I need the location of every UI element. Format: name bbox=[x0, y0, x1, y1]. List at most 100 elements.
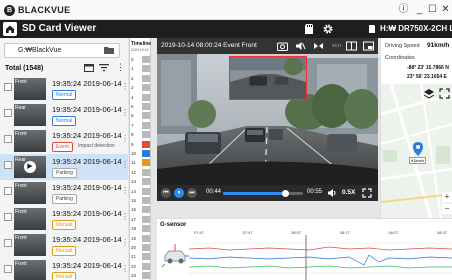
timeline-hour-label: 13 bbox=[131, 179, 137, 185]
file-list-item[interactable]: Rear 19:35:24 2019-06-14 Normal ⋮ bbox=[0, 102, 129, 128]
file-list-item[interactable]: Front 19:35:24 2019-06-14 Manual ⋮ bbox=[0, 206, 129, 232]
item-menu-icon[interactable]: ⋮ bbox=[121, 238, 129, 247]
item-menu-icon[interactable]: ⋮ bbox=[121, 108, 129, 117]
more-menu-icon[interactable]: ⋮ bbox=[116, 62, 125, 73]
pause-button[interactable]: ⏸ bbox=[174, 188, 184, 198]
speed-value: 91km/h bbox=[427, 42, 450, 49]
maximize-button[interactable]: ☐ bbox=[426, 3, 439, 16]
item-thumbnail[interactable]: Front bbox=[14, 260, 46, 280]
map-expand-icon[interactable] bbox=[439, 88, 450, 99]
item-menu-icon[interactable]: ⋮ bbox=[121, 186, 129, 195]
timeline-hour-bar[interactable] bbox=[142, 272, 150, 280]
item-menu-icon[interactable]: ⋮ bbox=[121, 134, 129, 143]
timeline-hour-label: 5 bbox=[131, 104, 134, 109]
item-menu-icon[interactable]: ⋮ bbox=[121, 212, 129, 221]
item-thumbnail[interactable]: Rear bbox=[14, 104, 46, 126]
split-view-icon[interactable] bbox=[346, 41, 357, 51]
timeline-hour-bar[interactable] bbox=[142, 159, 150, 167]
fullscreen-icon[interactable] bbox=[362, 188, 372, 198]
video-player: 2019-10-14 08:00:24 Event Front 2CH ⏮ ⏸ … bbox=[157, 38, 378, 201]
timeline-hour-bar[interactable] bbox=[142, 131, 150, 139]
timeline-hour-label: 23 bbox=[131, 273, 137, 279]
timeline-hour-bar[interactable] bbox=[142, 121, 150, 129]
item-menu-icon[interactable]: ⋮ bbox=[121, 82, 129, 91]
item-menu-icon[interactable]: ⋮ bbox=[121, 160, 129, 169]
info-icon[interactable]: ⓘ bbox=[397, 3, 410, 16]
camera-icon[interactable] bbox=[277, 41, 288, 51]
blackvue-logo: B BLACKVUE bbox=[4, 4, 70, 16]
timeline-hour-bar[interactable] bbox=[142, 262, 150, 270]
folder-path-field[interactable]: G:₩BlackVue bbox=[4, 43, 120, 58]
playback-speed[interactable]: 0.5X bbox=[342, 189, 355, 196]
timeline-hour-label: 16 bbox=[131, 207, 137, 213]
timeline-hour-bar[interactable] bbox=[142, 103, 150, 110]
file-list-item[interactable]: Rear ▶ 19:35:24 2019-06-14 Parking ⋮ bbox=[0, 154, 129, 180]
item-menu-icon[interactable]: ⋮ bbox=[121, 264, 129, 273]
close-button[interactable]: ✕ bbox=[439, 3, 452, 16]
item-checkbox[interactable] bbox=[4, 239, 12, 247]
vehicle-marker-icon[interactable] bbox=[413, 142, 423, 156]
item-checkbox[interactable] bbox=[4, 213, 12, 221]
item-thumbnail[interactable]: Front bbox=[14, 78, 46, 100]
timeline-hour-bar[interactable] bbox=[142, 168, 150, 176]
item-checkbox[interactable] bbox=[4, 135, 12, 143]
previous-button[interactable]: ⏮ bbox=[161, 188, 171, 198]
gear-icon[interactable] bbox=[322, 23, 334, 35]
timeline-hour-bar[interactable] bbox=[142, 253, 150, 261]
item-thumbnail[interactable]: Front bbox=[14, 208, 46, 230]
timeline-hour-bar[interactable] bbox=[142, 93, 150, 101]
timeline-hour-bar[interactable] bbox=[142, 112, 150, 120]
item-checkbox[interactable] bbox=[4, 265, 12, 273]
timeline-hour-bar[interactable] bbox=[142, 178, 150, 186]
speaker-icon[interactable] bbox=[295, 41, 306, 51]
play-icon[interactable]: ▶ bbox=[24, 161, 36, 173]
file-list-item[interactable]: Front 19:35:24 2019-06-14 Parking ⋮ bbox=[0, 180, 129, 206]
timeline-hour-bar[interactable] bbox=[142, 197, 150, 204]
filter-icon[interactable] bbox=[99, 63, 109, 72]
item-checkbox[interactable] bbox=[4, 109, 12, 117]
file-list-item[interactable]: Front 19:35:24 2019-06-14 Normal ⋮ bbox=[0, 76, 129, 102]
timeline-hour-bar[interactable] bbox=[142, 56, 150, 63]
map-layers-icon[interactable] bbox=[423, 88, 435, 100]
timeline-hour-bar[interactable] bbox=[142, 244, 150, 251]
volume-icon[interactable] bbox=[327, 188, 337, 198]
sd-card-icon[interactable] bbox=[303, 23, 315, 35]
app-header: SD Card Viewer H:₩ DR750X-2CH LTE Plus bbox=[0, 20, 452, 38]
timeline-hour-bar[interactable] bbox=[142, 225, 150, 233]
file-list-panel: G:₩BlackVue Total (1548) ⋮ Front 19:35:24… bbox=[0, 38, 129, 280]
item-thumbnail[interactable]: Front bbox=[14, 234, 46, 256]
pip-icon[interactable] bbox=[363, 41, 374, 51]
calendar-icon[interactable] bbox=[84, 63, 94, 72]
item-checkbox[interactable] bbox=[4, 83, 12, 91]
rear-camera-pip[interactable] bbox=[229, 56, 307, 100]
item-checkbox[interactable] bbox=[4, 161, 12, 169]
file-list-item[interactable]: Front 19:35:24 2019-06-14 Event Impact dete… bbox=[0, 128, 129, 154]
timeline-hour-bar[interactable] bbox=[142, 150, 150, 157]
timeline-hour-bar[interactable] bbox=[142, 65, 150, 73]
item-checkbox[interactable] bbox=[4, 187, 12, 195]
timeline-hour-bar[interactable] bbox=[142, 84, 150, 92]
mirror-icon[interactable] bbox=[313, 41, 324, 51]
timeline-hour-bar[interactable] bbox=[142, 140, 150, 148]
timeline-date: 2020.10.14 bbox=[131, 48, 149, 52]
timeline-hour-bar[interactable] bbox=[142, 215, 150, 223]
next-button[interactable]: ⏭ bbox=[187, 188, 197, 198]
zoom-in-button[interactable]: + bbox=[442, 192, 452, 202]
seek-handle[interactable] bbox=[281, 190, 289, 197]
timeline-hour-bar[interactable] bbox=[142, 187, 150, 195]
item-thumbnail[interactable]: Rear ▶ bbox=[14, 156, 46, 178]
home-icon[interactable] bbox=[3, 22, 17, 36]
file-list-item[interactable]: Front 19:35:24 2019-06-14 Manual ⋮ bbox=[0, 258, 129, 280]
timeline-hour-bar[interactable] bbox=[142, 234, 150, 242]
timeline-hour-bar[interactable] bbox=[142, 206, 150, 214]
g-sensor-chart[interactable]: 07:47 07:47 08:07 08:17 08:27 08:37 bbox=[189, 229, 452, 280]
map-view[interactable]: 91km/h + − bbox=[380, 84, 452, 218]
seek-bar[interactable] bbox=[223, 190, 303, 197]
minimize-button[interactable]: _ bbox=[413, 3, 426, 16]
item-thumbnail[interactable]: Front bbox=[14, 130, 46, 152]
file-list-item[interactable]: Front 19:35:24 2019-06-14 Manual ⋮ bbox=[0, 232, 129, 258]
zoom-out-button[interactable]: − bbox=[442, 204, 452, 214]
item-thumbnail[interactable]: Front bbox=[14, 182, 46, 204]
folder-icon[interactable] bbox=[104, 46, 114, 54]
timeline-hour-bar[interactable] bbox=[142, 74, 150, 82]
